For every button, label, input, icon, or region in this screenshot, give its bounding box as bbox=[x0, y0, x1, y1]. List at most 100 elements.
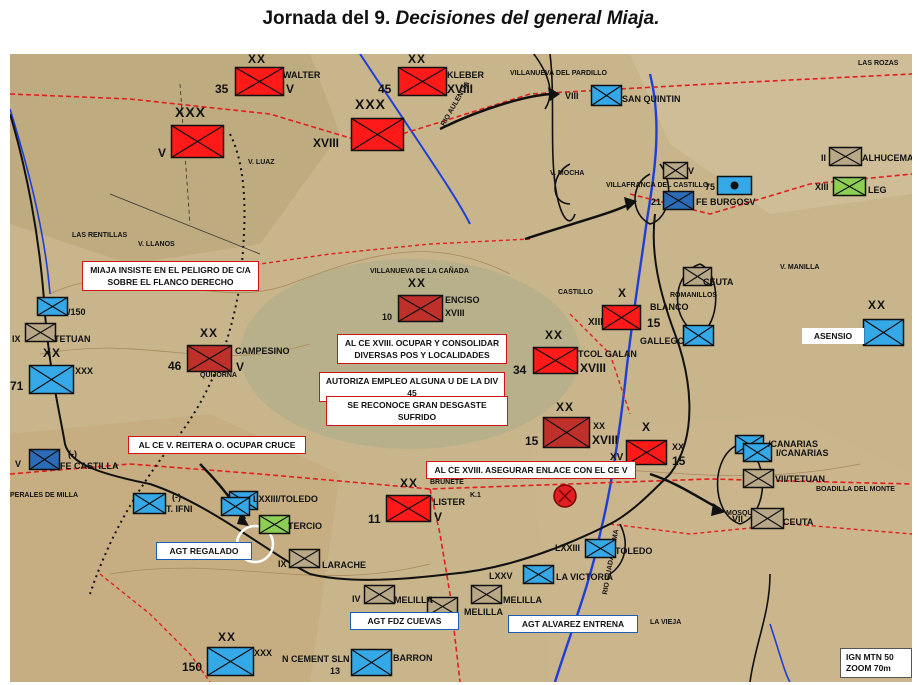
fe-burgos-symbol[interactable] bbox=[662, 190, 696, 212]
lxxiii-toledo-name: TOLEDO bbox=[615, 546, 653, 556]
tercio-name: TERCIO bbox=[288, 521, 323, 531]
v-top-name: V bbox=[688, 166, 695, 176]
label-castillo: CASTILLO bbox=[558, 289, 593, 296]
label-manilla: V. MANILLA bbox=[780, 264, 820, 271]
ifni-mark: (-) bbox=[172, 492, 181, 502]
kleber-echelon: XX bbox=[408, 54, 427, 66]
label-luaz: V. LUAZ bbox=[248, 159, 275, 166]
galan-symbol[interactable] bbox=[532, 346, 580, 376]
v-top-symbol[interactable] bbox=[662, 161, 690, 181]
leg-symbol[interactable] bbox=[832, 176, 868, 198]
lxxiii-toledo-symbol[interactable] bbox=[584, 538, 618, 560]
campesino-name: CAMPESINO bbox=[235, 346, 290, 356]
v-corps-symbol[interactable] bbox=[170, 124, 226, 160]
xviii-corps-symbol[interactable] bbox=[350, 117, 406, 153]
xxx-left-echelon: XX bbox=[43, 346, 62, 360]
walter-corps: V bbox=[286, 82, 295, 96]
melilla1-symbol[interactable] bbox=[363, 584, 397, 606]
kleber-number: 45 bbox=[378, 82, 392, 96]
ifni-symbol[interactable] bbox=[132, 492, 168, 516]
tercio-symbol[interactable] bbox=[258, 514, 292, 536]
annotation-ce-xviii-ocupar: AL CE XVIII. OCUPAR Y CONSOLIDAR DIVERSA… bbox=[337, 334, 507, 364]
enciso-symbol[interactable] bbox=[397, 294, 445, 324]
fe-castilla-symbol[interactable] bbox=[28, 448, 62, 472]
label-rozas: LAS ROZAS bbox=[858, 60, 899, 67]
walter-echelon: XX bbox=[248, 54, 267, 66]
scale-line-2: ZOOM 70m bbox=[846, 663, 891, 673]
label-las-rentillas: LAS RENTILLAS bbox=[72, 232, 128, 239]
lister-echelon: XX bbox=[400, 476, 419, 490]
galan-name: TCOL GALAN bbox=[578, 349, 637, 359]
canarias2-name: I/CANARIAS bbox=[776, 448, 829, 458]
barron-name: BARRON bbox=[393, 653, 433, 663]
unit75-symbol[interactable] bbox=[716, 175, 754, 197]
grouping-alvarez: AGT ALVAREZ ENTRENA bbox=[508, 615, 638, 633]
ceuta-right-unit: VII bbox=[732, 514, 744, 524]
lister-symbol[interactable] bbox=[385, 494, 433, 524]
viii-name: VIII bbox=[565, 91, 579, 101]
kleber-name: KLEBER bbox=[447, 70, 485, 80]
label-boadilla: BOADILLA DEL MONTE bbox=[816, 486, 895, 493]
ifni-name: T. IFNI bbox=[166, 504, 193, 514]
lister-name: LISTER bbox=[433, 497, 466, 507]
larache-symbol[interactable] bbox=[288, 548, 322, 570]
grouping-cuevas: AGT FDZ CUEVAS bbox=[350, 612, 459, 630]
left-150-name: /150 bbox=[68, 307, 86, 317]
victoria-name: LA VICTORIA bbox=[556, 572, 614, 582]
crossroads-marker bbox=[553, 484, 577, 508]
ceuta-right-name: CEUTA bbox=[783, 517, 814, 527]
san-quintin-name: SAN QUINTIN bbox=[622, 94, 681, 104]
tetuan-left-name: TETUAN bbox=[54, 334, 91, 344]
melilla1-unit: IV bbox=[352, 594, 361, 604]
lister-corps: V bbox=[434, 510, 443, 524]
alhucemas-symbol[interactable] bbox=[828, 146, 864, 168]
campesino-corps: V bbox=[236, 360, 245, 374]
left150-name: XXX bbox=[254, 648, 273, 658]
toledo-left-name: LXXIII/TOLEDO bbox=[253, 494, 318, 504]
xxx-left-symbol[interactable] bbox=[28, 364, 76, 396]
label-brunete: BRUNETE bbox=[430, 479, 464, 486]
blanco-symbol[interactable] bbox=[601, 304, 643, 332]
toledo-left-symbol-b[interactable] bbox=[220, 496, 252, 518]
campesino-symbol[interactable] bbox=[186, 344, 234, 374]
ceuta-right-symbol[interactable] bbox=[750, 507, 786, 531]
div15-symbol[interactable] bbox=[542, 416, 592, 450]
fe-castilla-unit: V bbox=[15, 459, 22, 469]
left-150-symbol[interactable] bbox=[36, 296, 70, 318]
kleber-symbol[interactable] bbox=[397, 66, 449, 98]
map-base-svg bbox=[10, 54, 912, 682]
ceuta-top-name: CEUTA bbox=[703, 277, 734, 287]
leg-name: LEG bbox=[868, 185, 887, 195]
title-main: Jornada del 9. bbox=[262, 8, 396, 29]
gallego-name: GALLEGO bbox=[640, 336, 685, 346]
label-villafranca: VILLAFRANCA DEL CASTILLO bbox=[606, 182, 709, 189]
left150-symbol[interactable] bbox=[206, 646, 256, 678]
label-llanos: V. LLANOS bbox=[138, 241, 175, 248]
map-scale-box: IGN MTN 50 ZOOM 70m bbox=[840, 648, 912, 678]
cement-symbol[interactable] bbox=[350, 648, 394, 678]
blanco-number: 15 bbox=[647, 316, 661, 330]
left150-echelon: XX bbox=[218, 630, 237, 644]
annotation-ce-xviii-enlace: AL CE XVIII. ASEGURAR ENLACE CON EL CE V bbox=[426, 461, 636, 479]
san-quintin-symbol[interactable] bbox=[590, 84, 624, 108]
map-area[interactable]: VILLANUEVA DEL PARDILLO VILLAFRANCA DEL … bbox=[10, 54, 912, 682]
title-italic: Decisiones del general Miaja. bbox=[395, 8, 660, 29]
galan-number: 34 bbox=[513, 363, 527, 377]
x15-name: XX bbox=[672, 442, 685, 452]
walter-symbol[interactable] bbox=[234, 66, 286, 98]
melilla3-name: MELILLA bbox=[503, 595, 542, 605]
campesino-echelon: XX bbox=[200, 326, 219, 340]
tetuan-left-symbol[interactable] bbox=[24, 322, 58, 344]
label-mocha: V. MOCHA bbox=[550, 170, 585, 177]
melilla3-symbol[interactable] bbox=[470, 584, 504, 606]
tetuan-right-symbol[interactable] bbox=[742, 468, 776, 490]
melilla2-unit: I bbox=[430, 595, 433, 605]
asensio-symbol[interactable] bbox=[862, 318, 906, 348]
tetuan-left-unit: IX bbox=[12, 334, 21, 344]
xxx-left-name: XXX bbox=[75, 366, 94, 376]
grouping-regalado: AGT REGALADO bbox=[156, 542, 252, 560]
lxxiii-toledo-unit: LXXIII bbox=[555, 543, 581, 553]
v-corps-echelon: XXX bbox=[175, 104, 207, 120]
victoria-symbol[interactable] bbox=[522, 564, 556, 586]
gallego-symbol[interactable] bbox=[682, 324, 716, 348]
